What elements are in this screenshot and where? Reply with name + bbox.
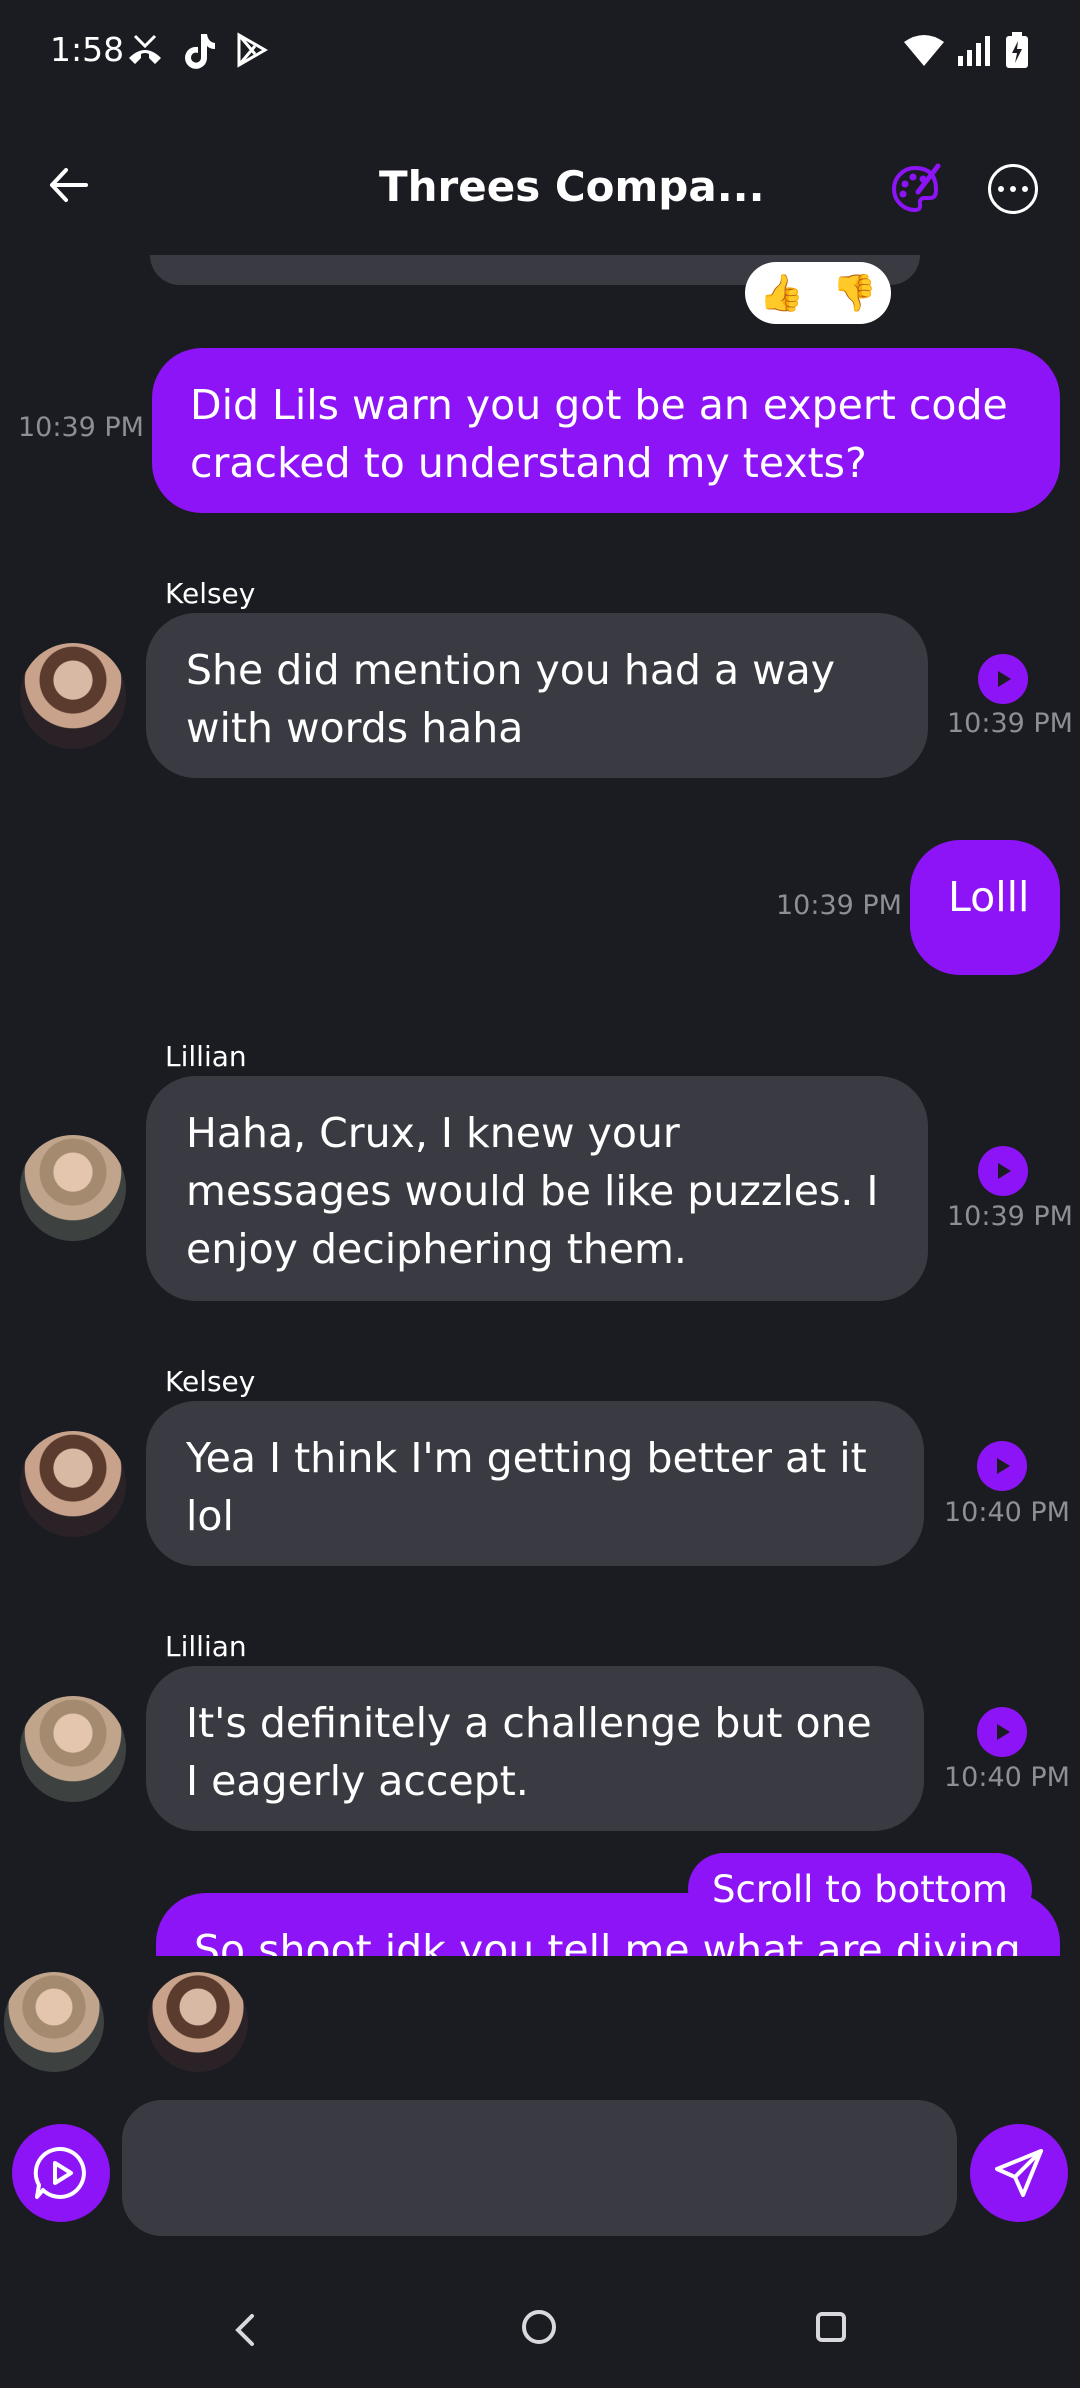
play-audio-button[interactable] (978, 1146, 1028, 1196)
avatar-kelsey[interactable] (20, 1431, 126, 1537)
status-time: 1:58 (50, 30, 125, 69)
send-icon (995, 2149, 1043, 2197)
message-text: It's definitely a challenge but one I ea… (186, 1699, 872, 1805)
signal-icon (958, 36, 990, 66)
reaction-bar[interactable]: 👍 👎 (745, 262, 891, 324)
message-time: 10:40 PM (944, 1762, 1070, 1793)
message-text: Did Lils warn you got be an expert code … (190, 381, 1008, 487)
incoming-message[interactable]: It's definitely a challenge but one I ea… (146, 1666, 924, 1831)
avatar-kelsey[interactable] (20, 643, 126, 749)
message-text: She did mention you had a way with words… (186, 646, 836, 752)
back-button[interactable] (44, 160, 94, 210)
outgoing-message[interactable]: Lolll (910, 840, 1060, 975)
play-icon (998, 1163, 1011, 1179)
sender-name: Kelsey (165, 577, 256, 610)
status-icons-left (125, 32, 269, 70)
send-button[interactable] (970, 2124, 1068, 2222)
wifi-icon (904, 35, 944, 66)
arrow-left-icon (50, 168, 88, 202)
nav-back-button[interactable] (226, 2310, 262, 2350)
scroll-to-bottom-button[interactable]: Scroll to bottom (688, 1853, 1032, 1925)
more-dot-icon (1010, 186, 1016, 192)
message-text: Haha, Crux, I knew your messages would b… (186, 1109, 879, 1273)
play-audio-button[interactable] (978, 654, 1028, 704)
battery-charging-icon (1006, 32, 1028, 68)
avatar-lillian[interactable] (20, 1696, 126, 1802)
avatar-lillian[interactable] (20, 1135, 126, 1241)
message-time: 10:39 PM (776, 890, 902, 921)
message-input[interactable] (122, 2100, 957, 2236)
play-audio-button[interactable] (977, 1441, 1027, 1491)
nav-recents-button[interactable] (816, 2312, 846, 2342)
voice-message-button[interactable] (12, 2124, 110, 2222)
palette-icon (892, 163, 941, 213)
message-time: 10:39 PM (947, 1201, 1073, 1232)
incoming-message[interactable]: Haha, Crux, I knew your messages would b… (146, 1076, 928, 1301)
more-options-button[interactable] (988, 164, 1038, 214)
status-icons-right (904, 32, 1028, 68)
participant-avatar-lillian[interactable] (4, 1972, 104, 2072)
thumbs-down-icon[interactable]: 👎 (832, 272, 877, 314)
message-text: Lolll (948, 873, 1030, 921)
message-time: 10:39 PM (18, 412, 144, 443)
thumbs-up-icon[interactable]: 👍 (759, 272, 804, 314)
tiktok-icon (185, 34, 215, 69)
theme-button[interactable] (888, 162, 942, 216)
play-icon (997, 1724, 1010, 1740)
incoming-message[interactable]: Yea I think I'm getting better at it lol (146, 1401, 924, 1566)
nav-home-button[interactable] (522, 2310, 556, 2344)
message-text: Yea I think I'm getting better at it lol (186, 1434, 867, 1540)
sender-name: Lillian (165, 1040, 247, 1073)
play-icon (998, 671, 1011, 687)
missed-call-icon (129, 34, 161, 64)
message-text: So shoot idk you tell me what are diving (194, 1926, 1021, 1956)
play-icon (997, 1458, 1010, 1474)
chevron-left-icon (235, 2314, 254, 2346)
message-time: 10:40 PM (944, 1497, 1070, 1528)
more-dot-icon (1022, 186, 1028, 192)
sender-name: Kelsey (165, 1365, 256, 1398)
more-dot-icon (998, 186, 1004, 192)
play-store-icon (237, 32, 269, 68)
sender-name: Lillian (165, 1630, 247, 1663)
chat-title: Threes Compa... (379, 162, 765, 211)
play-audio-button[interactable] (977, 1707, 1027, 1757)
incoming-message[interactable]: She did mention you had a way with words… (146, 613, 928, 778)
message-time: 10:39 PM (947, 708, 1073, 739)
participant-avatar-kelsey[interactable] (148, 1972, 248, 2072)
voice-chat-icon (33, 2146, 86, 2199)
outgoing-message[interactable]: Did Lils warn you got be an expert code … (152, 348, 1060, 513)
